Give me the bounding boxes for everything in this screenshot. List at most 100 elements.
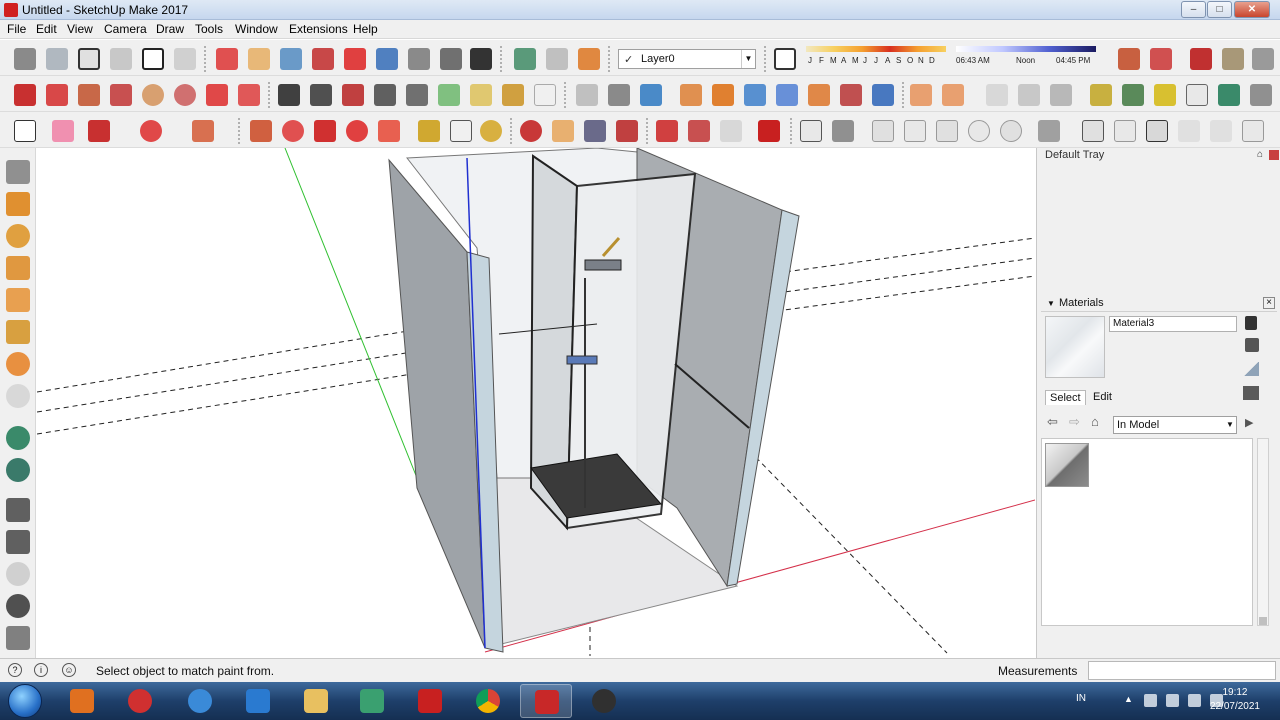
orbit-icon[interactable] [216,48,238,70]
sandbox-drape-icon[interactable] [1252,48,1274,70]
dimension-icon[interactable] [310,84,332,106]
default-material-icon[interactable] [1245,338,1259,352]
pencil-icon[interactable] [88,120,110,142]
drape-icon[interactable] [1210,120,1232,142]
protractor-left-icon[interactable] [6,256,30,280]
guide-point-icon[interactable] [1122,84,1144,106]
model-viewport[interactable] [37,148,1035,656]
scrollbar-thumb[interactable] [1259,617,1267,625]
stamp-icon[interactable] [1178,120,1200,142]
library-dropdown[interactable]: In Model ▼ [1113,416,1237,434]
zoom-extents-tool-icon[interactable] [616,120,638,142]
paint-small-icon[interactable] [1250,84,1272,106]
hidden-line-icon[interactable] [904,120,926,142]
maximize-button[interactable]: □ [1207,1,1232,18]
rotate-icon[interactable] [640,84,662,106]
protractor-icon[interactable] [342,84,364,106]
download-icon[interactable] [578,48,600,70]
smoove-icon[interactable] [1146,120,1168,142]
geo-location-icon[interactable]: ? [8,663,22,677]
paint-bucket-icon[interactable] [502,84,524,106]
menu-edit[interactable]: Edit [36,22,57,36]
measure-point-icon[interactable] [1090,84,1112,106]
menu-help[interactable]: Help [353,22,378,36]
menu-extensions[interactable]: Extensions [289,22,348,36]
ruby-icon[interactable] [758,120,780,142]
pie-icon[interactable] [238,84,260,106]
shadows-toggle-icon[interactable] [774,48,796,70]
material-name-field[interactable]: Material3 [1109,316,1237,332]
orbit-tool-icon[interactable] [520,120,542,142]
create-material-icon[interactable] [1245,316,1257,330]
right-view-icon[interactable] [142,48,164,70]
wireframe-icon[interactable] [872,120,894,142]
taskbar-internet-explorer[interactable] [174,684,226,718]
scale-tool-icon[interactable] [378,120,400,142]
shaded-textures-icon[interactable] [968,120,990,142]
home-icon[interactable]: ⌂ [1091,414,1099,429]
abc-text-icon[interactable] [534,84,556,106]
user-icon[interactable]: ☺ [62,663,76,677]
tape-tool-icon[interactable] [418,120,440,142]
push-pull-tool-icon[interactable] [250,120,272,142]
menu-file[interactable]: File [7,22,26,36]
look-around-icon[interactable] [440,48,462,70]
zoom-tool-icon[interactable] [584,120,606,142]
menu-window[interactable]: Window [235,22,278,36]
offset-icon[interactable] [712,84,734,106]
frame-buffer-icon[interactable] [6,530,30,554]
taskbar-app-red[interactable] [114,684,166,718]
time-slider[interactable] [956,46,1096,52]
dome-icon[interactable] [6,352,30,376]
follow-me-tool-icon[interactable] [282,120,304,142]
materials-header[interactable]: ▼ Materials × [1041,296,1277,312]
tab-edit[interactable]: Edit [1089,390,1116,404]
flip-icon[interactable] [872,84,894,106]
network-icon[interactable] [1188,694,1201,707]
push-pull-icon[interactable] [680,84,702,106]
taskbar-acrobat[interactable] [404,684,456,718]
taskbar-obs[interactable] [578,684,630,718]
layer-dropdown[interactable]: ✓ Layer0 ▼ [618,49,756,69]
details-arrow-icon[interactable]: ▶ [1245,416,1253,429]
shaded-icon[interactable] [936,120,958,142]
share-component-icon[interactable] [720,120,742,142]
3d-text-icon[interactable] [438,84,460,106]
teapot-icon[interactable] [6,498,30,522]
sandbox-from-contours-icon[interactable] [1082,120,1104,142]
materials-scrollbar[interactable] [1257,438,1269,626]
circle-icon[interactable] [142,84,164,106]
zoom-extents-icon[interactable] [344,48,366,70]
share-model-icon[interactable] [546,48,568,70]
pencil-yellow-icon[interactable] [1154,84,1176,106]
settings-left-icon[interactable] [6,594,30,618]
xray-icon[interactable] [800,120,822,142]
select-icon[interactable] [14,120,36,142]
walk-icon[interactable] [470,48,492,70]
front-view-icon[interactable] [110,48,132,70]
freehand-icon[interactable] [46,84,68,106]
explode-icon[interactable] [6,320,30,344]
cone-icon[interactable] [1050,84,1072,106]
follow-me-icon[interactable] [608,84,630,106]
components-icon[interactable] [6,160,30,184]
outer-shell-icon[interactable] [840,84,862,106]
rotate-tool-icon[interactable] [346,120,368,142]
show-hidden-icons-icon[interactable]: ▲ [1124,694,1133,704]
warehouse-3d-icon[interactable] [656,120,678,142]
photo-textures-icon[interactable] [1222,48,1244,70]
paint-tool-icon[interactable] [480,120,502,142]
scale-icon[interactable] [744,84,766,106]
close-button[interactable]: ✕ [1234,1,1270,18]
move-tool-icon[interactable] [314,120,336,142]
menu-tools[interactable]: Tools [195,22,223,36]
polygon-icon[interactable] [174,84,196,106]
circle-left-icon[interactable] [6,224,30,248]
zoom-icon[interactable] [280,48,302,70]
axes-green-icon[interactable] [1218,84,1240,106]
clock[interactable]: 19:12 22/07/2021 [1210,686,1260,714]
section-left-icon[interactable] [6,288,30,312]
zoom-window-icon[interactable] [312,48,334,70]
extension-warehouse-icon[interactable] [688,120,710,142]
getting-started-icon[interactable] [14,48,36,70]
